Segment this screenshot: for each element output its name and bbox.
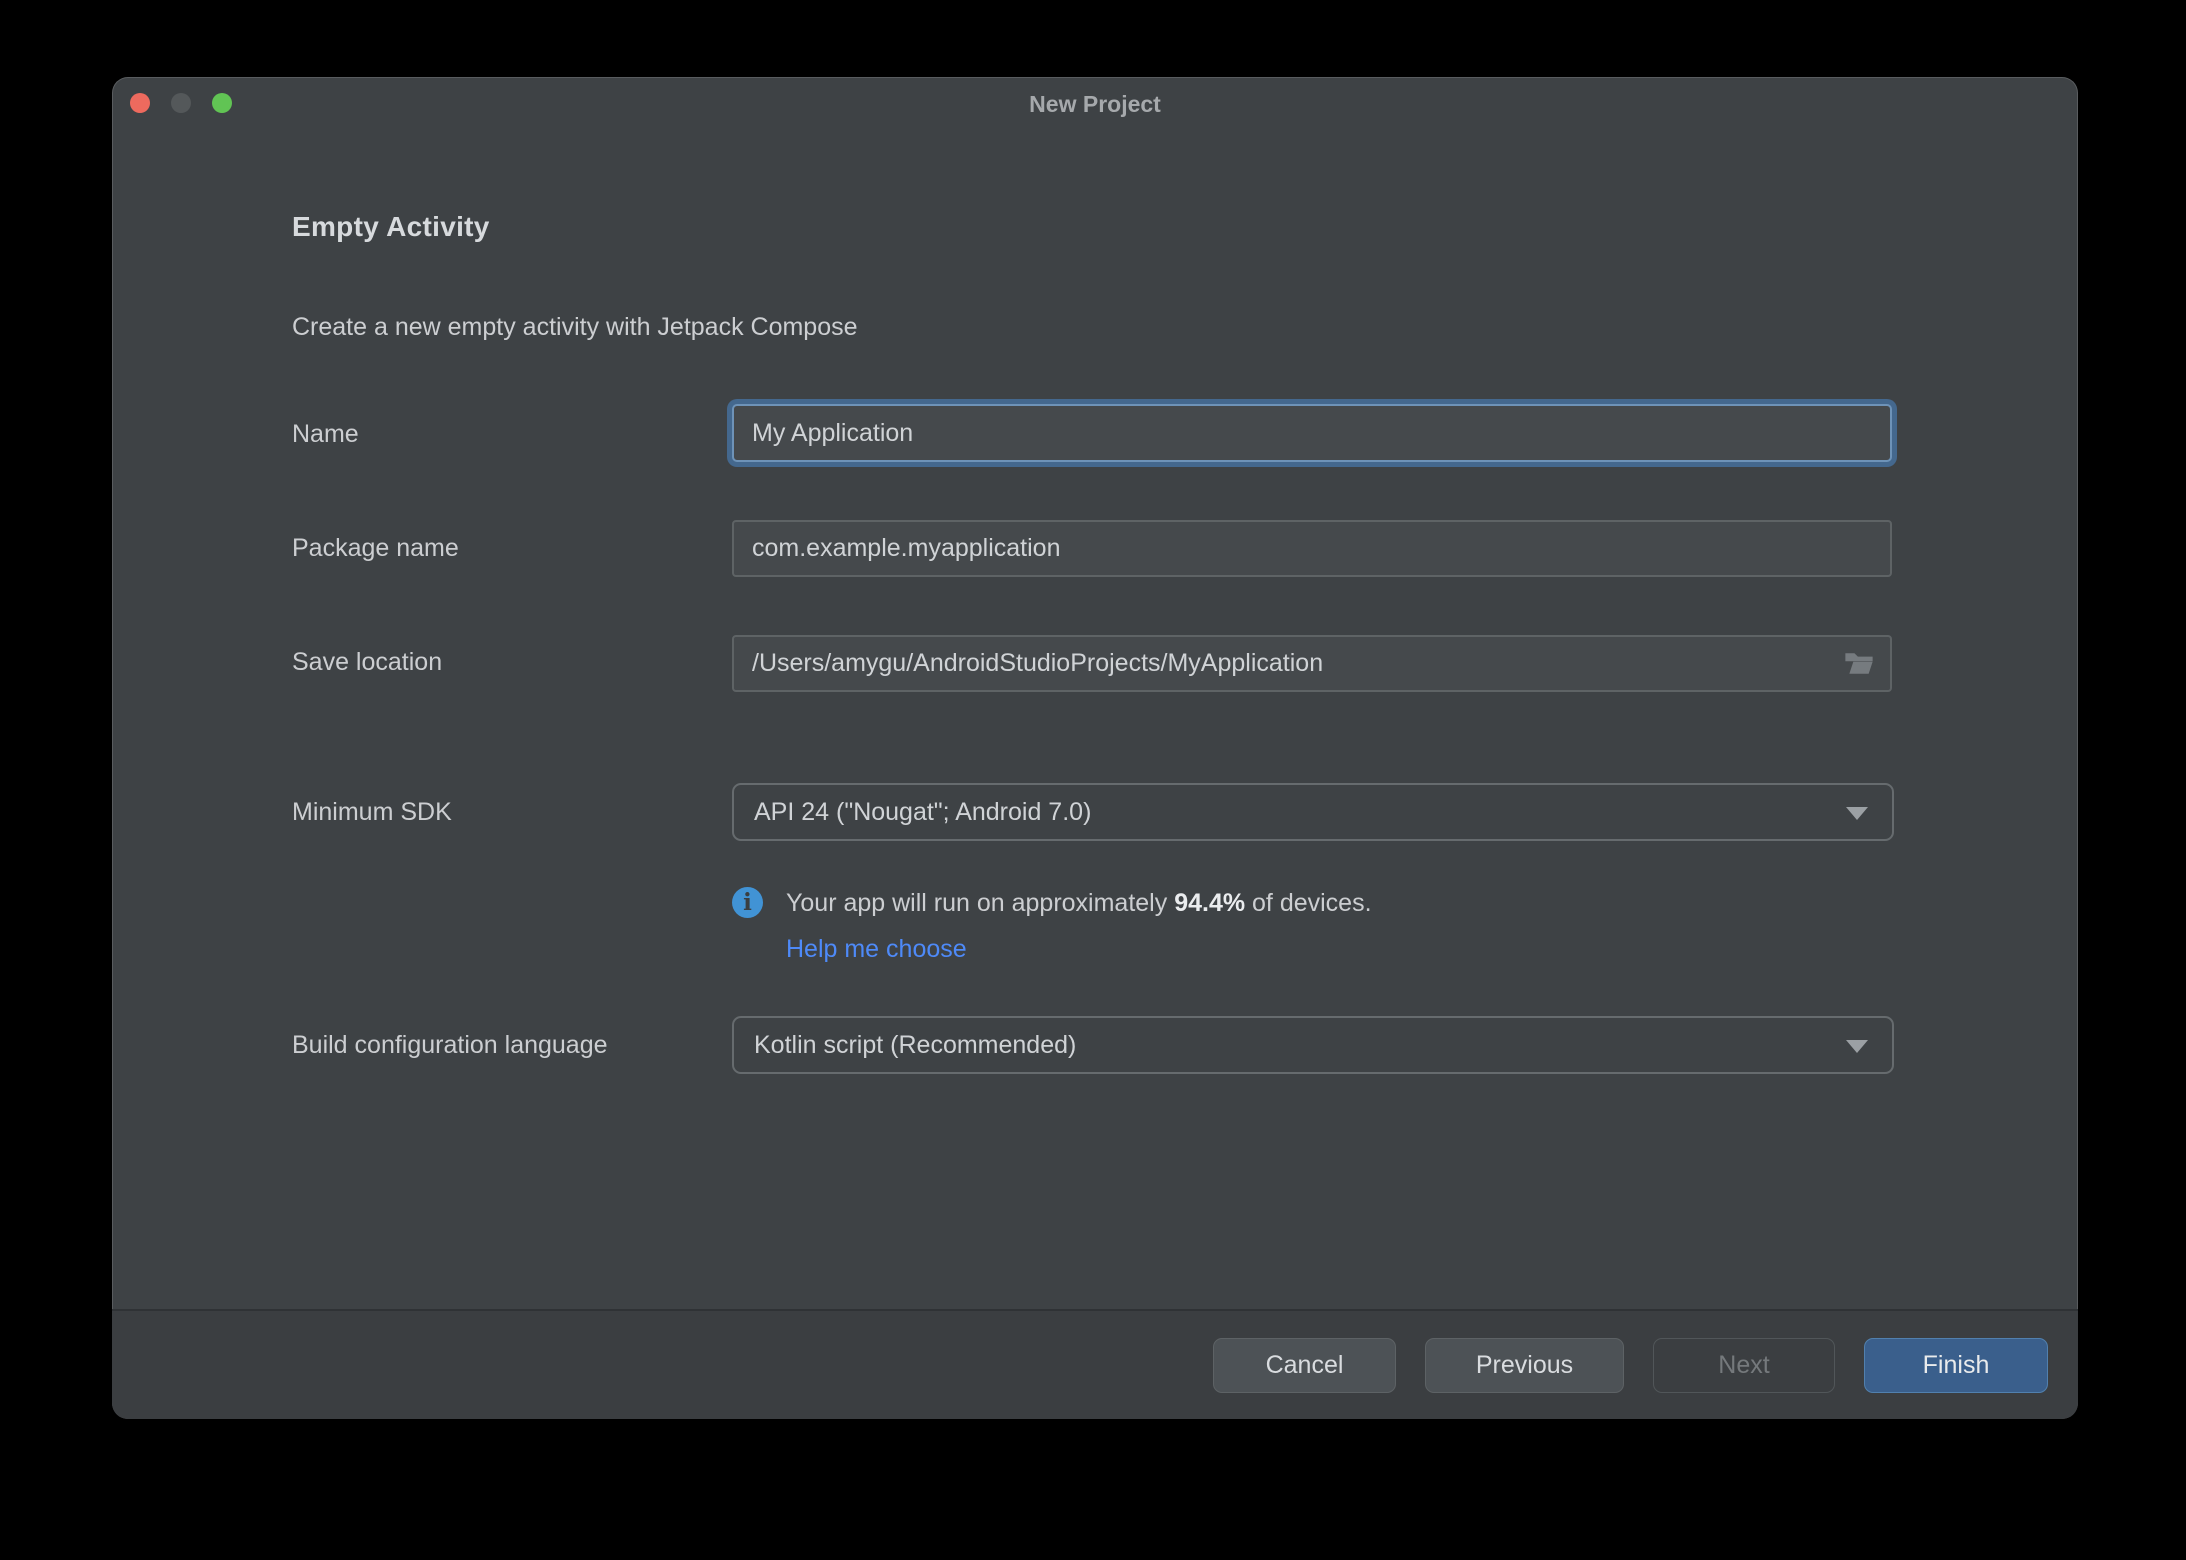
window-title: New Project [1029, 91, 1161, 117]
next-button[interactable]: Next [1653, 1337, 1835, 1393]
save-location-input-value: /Users/amygu/AndroidStudioProjects/MyApp… [752, 649, 1324, 677]
build-configuration-dropdown[interactable]: Kotlin script (Recommended) [732, 1016, 1894, 1074]
name-input[interactable]: My Application [732, 404, 1892, 462]
info-icon [732, 887, 763, 918]
package-name-input-value: com.example.myapplication [752, 534, 1061, 562]
name-label: Name [292, 420, 359, 448]
save-location-input[interactable]: /Users/amygu/AndroidStudioProjects/MyApp… [732, 635, 1892, 692]
sdk-coverage-percent: 94.4% [1174, 889, 1246, 917]
package-name-input[interactable]: com.example.myapplication [732, 520, 1892, 577]
minimum-sdk-dropdown[interactable]: API 24 ("Nougat"; Android 7.0) [732, 783, 1894, 841]
sdk-coverage-text: Your app will run on approximately 94.4%… [786, 889, 1372, 918]
new-project-dialog: New Project Empty Activity Create a new … [112, 77, 2078, 1419]
package-name-label: Package name [292, 534, 459, 562]
previous-button[interactable]: Previous [1425, 1337, 1624, 1393]
page-subtitle: Create a new empty activity with Jetpack… [292, 313, 858, 341]
folder-open-icon[interactable] [1840, 649, 1878, 679]
page-title: Empty Activity [292, 211, 490, 242]
minimum-sdk-label: Minimum SDK [292, 798, 452, 826]
cancel-button[interactable]: Cancel [1213, 1337, 1396, 1393]
build-configuration-selected-value: Kotlin script (Recommended) [754, 1030, 1077, 1059]
sdk-coverage-text-after: of devices. [1245, 889, 1372, 917]
save-location-label: Save location [292, 648, 443, 676]
sdk-coverage-text-before: Your app will run on approximately [786, 889, 1175, 917]
name-input-value: My Application [752, 418, 914, 447]
triangle-down-icon [1846, 1040, 1868, 1054]
triangle-down-icon [1846, 807, 1868, 821]
help-me-choose-link[interactable]: Help me choose [786, 935, 967, 964]
build-configuration-label: Build configuration language [292, 1031, 608, 1059]
minimum-sdk-selected-value: API 24 ("Nougat"; Android 7.0) [754, 797, 1092, 826]
finish-button[interactable]: Finish [1864, 1337, 2048, 1393]
dialog-footer: Cancel Previous Next Finish [112, 1309, 2078, 1419]
title-bar: New Project [112, 77, 2078, 133]
